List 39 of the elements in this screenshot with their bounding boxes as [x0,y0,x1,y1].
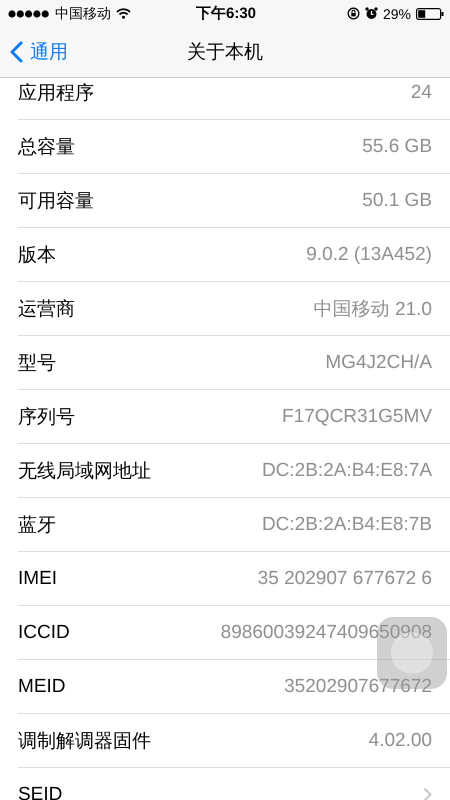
row-label: 总容量 [18,136,75,160]
row-label: 蓝牙 [18,514,56,538]
signal-icon [8,10,50,18]
row-label: 序列号 [18,406,75,430]
alarm-icon [364,7,378,20]
page-title: 关于本机 [187,42,263,63]
rotation-lock-icon [346,7,360,20]
row-label: 无线局域网地址 [18,460,151,484]
row-label: 应用程序 [18,82,94,106]
row-value: 35202907677672 [284,676,432,698]
row-value: 89860039247409650908 [220,622,432,644]
row-label: 版本 [18,244,56,268]
row-value: MG4J2CH/A [325,352,432,374]
row-label: MEID [18,676,66,698]
row-value: 50.1 GB [362,190,432,212]
row-value: DC:2B:2A:B4:E8:7A [262,460,432,482]
row-value: 55.6 GB [362,136,432,158]
row-value: 4.02.00 [368,730,432,752]
row-label: IMEI [18,568,58,590]
row-value: 24 [410,82,432,104]
row-link[interactable]: SEID [18,784,62,800]
row-label: 型号 [18,352,56,376]
wifi-icon [116,8,131,19]
chevron-icon [423,787,432,800]
row-value: 35 202907 677672 6 [258,568,432,590]
back-button[interactable]: 通用 [0,32,72,72]
row-value: DC:2B:2A:B4:E8:7B [262,514,432,536]
row-value: 中国移动 21.0 [314,298,432,322]
row-label: 可用容量 [18,190,94,214]
row-value: 9.0.2 (13A452) [306,244,432,266]
carrier-name: 中国移动 [55,4,111,22]
back-chevron-icon [10,41,23,63]
row-label: 调制解调器固件 [18,730,151,754]
battery-percent: 29% [382,6,411,22]
status-time: 下午6:30 [196,4,256,23]
battery-icon [416,8,444,20]
row-label: ICCID [18,622,70,644]
row-label: 运营商 [18,298,75,322]
row-value: F17QCR31G5MV [282,406,432,428]
